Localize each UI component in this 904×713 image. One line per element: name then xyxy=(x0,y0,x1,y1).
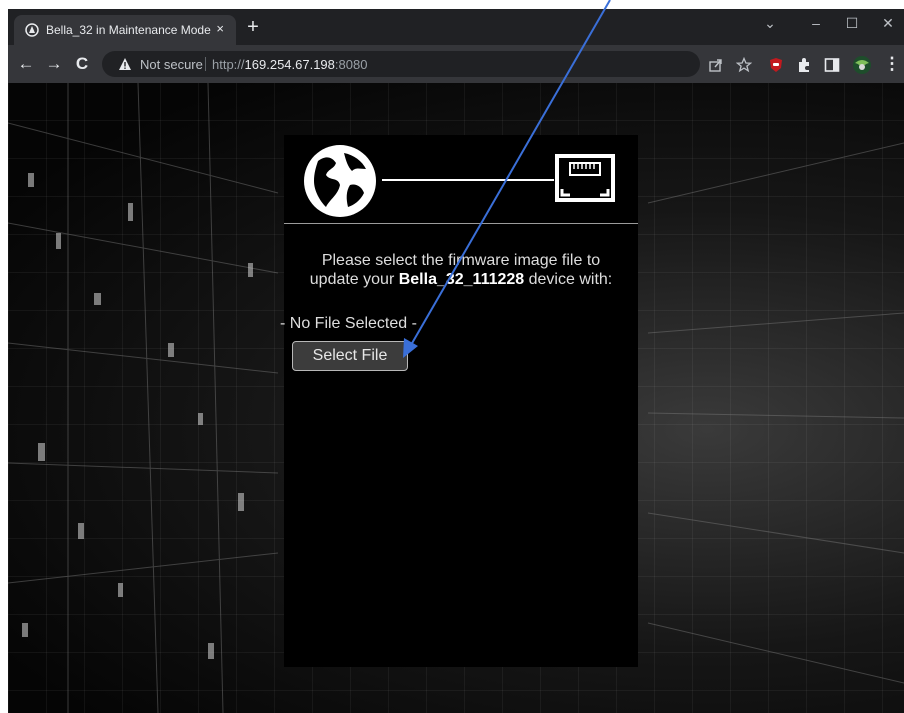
file-status: - No File Selected - xyxy=(280,315,417,332)
ublock-icon[interactable] xyxy=(768,57,784,73)
tab-strip: Bella_32 in Maintenance Mode × + ⌄ – ☐ ✕ xyxy=(8,9,904,45)
back-icon[interactable]: ← xyxy=(16,54,36,74)
instruction-prefix: update your xyxy=(309,271,399,288)
url-port: :8080 xyxy=(334,57,368,72)
device-name: Bella_32_111228 xyxy=(398,271,525,288)
side-panel-icon[interactable] xyxy=(824,57,840,73)
browser-window: Bella_32 in Maintenance Mode × + ⌄ – ☐ ✕… xyxy=(8,9,904,713)
address-bar[interactable]: Not secure http://169.254.67.198:8080 xyxy=(102,51,700,77)
security-label[interactable]: Not secure xyxy=(140,57,203,72)
new-tab-button[interactable]: + xyxy=(242,15,264,39)
minimize-icon[interactable]: – xyxy=(806,15,826,31)
profile-avatar-icon[interactable] xyxy=(852,55,872,75)
extensions-icon[interactable] xyxy=(796,57,812,73)
ethernet-port-icon xyxy=(555,154,615,202)
share-icon[interactable] xyxy=(708,57,724,73)
tab-close-icon[interactable]: × xyxy=(216,21,224,36)
maximize-icon[interactable]: ☐ xyxy=(842,15,862,32)
select-file-button[interactable]: Select File xyxy=(292,341,408,371)
panel-header xyxy=(284,135,638,224)
page-viewport: Please select the firmware image file to… xyxy=(8,83,904,713)
instruction-line-1: Please select the firmware image file to xyxy=(321,252,601,269)
globe-icon xyxy=(304,145,376,217)
url-scheme: http:// xyxy=(212,57,245,72)
forward-icon[interactable]: → xyxy=(44,54,64,74)
tab-active[interactable]: Bella_32 in Maintenance Mode × xyxy=(14,15,236,45)
star-icon[interactable] xyxy=(736,57,752,73)
omnibox-separator xyxy=(205,57,206,71)
close-window-icon[interactable]: ✕ xyxy=(878,15,898,32)
tab-title: Bella_32 in Maintenance Mode xyxy=(46,23,211,37)
instruction-line-2: update your Bella_32_111228 device with: xyxy=(284,270,638,289)
instruction-suffix: device with: xyxy=(524,271,613,288)
tab-search-icon[interactable]: ⌄ xyxy=(760,15,780,32)
browser-toolbar: ← → C Not secure http://169.254.67.198:8… xyxy=(8,45,904,83)
url-text[interactable]: http://169.254.67.198:8080 xyxy=(212,57,367,72)
menu-icon[interactable]: ⋮ xyxy=(882,54,902,74)
warning-icon xyxy=(119,58,131,70)
connection-line xyxy=(382,179,554,181)
reload-icon[interactable]: C xyxy=(72,54,92,74)
favicon-icon xyxy=(25,23,39,37)
instruction-text: Please select the firmware image file to… xyxy=(284,251,638,289)
url-host: 169.254.67.198 xyxy=(244,57,335,72)
maintenance-panel: Please select the firmware image file to… xyxy=(280,135,638,667)
